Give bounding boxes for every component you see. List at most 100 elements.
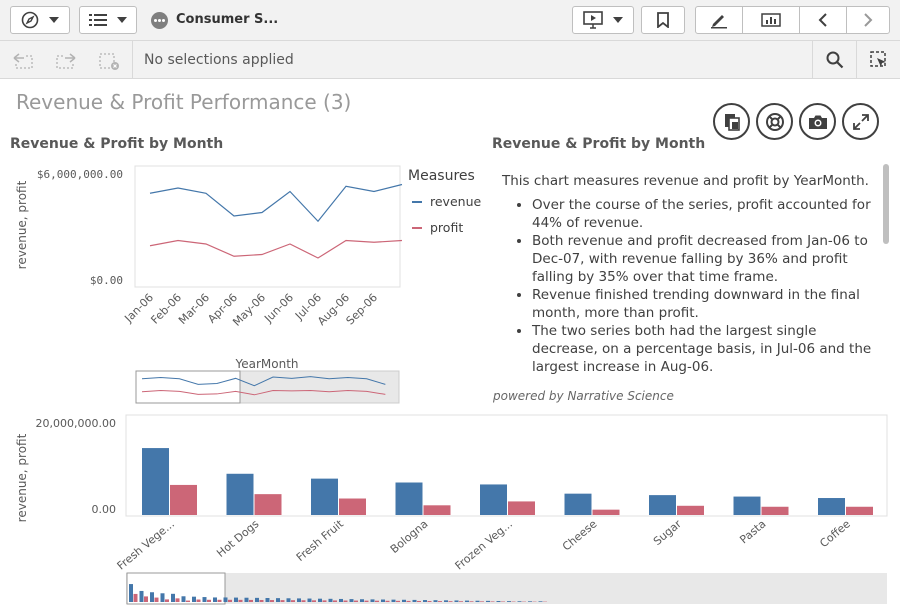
bar-revenue[interactable]	[818, 498, 845, 515]
bookmark-icon	[657, 12, 669, 28]
bar-revenue[interactable]	[733, 496, 761, 515]
narrative-scrollbar[interactable]	[883, 164, 889, 244]
narrative-bullet: Both revenue and profit decreased from J…	[532, 232, 877, 286]
bar-profit[interactable]	[170, 484, 197, 515]
sheet-title: Revenue & Profit Performance (3)	[16, 90, 352, 114]
compass-icon	[21, 11, 39, 29]
powered-by-text: powered by Narrative Science	[493, 389, 674, 403]
narrative-text: This chart measures revenue and profit b…	[502, 172, 877, 376]
x-tick-label: Hot Dogs	[214, 517, 261, 560]
navigation-menu-button[interactable]	[10, 6, 70, 34]
bar-profit[interactable]	[508, 501, 535, 515]
clear-selections-icon[interactable]	[98, 52, 120, 70]
data-manager-button[interactable]	[742, 6, 800, 34]
search-icon	[826, 51, 844, 69]
app-title[interactable]: Consumer S...	[176, 12, 278, 27]
line-chart-y-axis-label: revenue, profit	[15, 180, 29, 269]
expand-button[interactable]	[842, 103, 879, 140]
copy-button[interactable]	[713, 103, 750, 140]
line-chart-x-axis-label: YearMonth	[234, 357, 298, 371]
line-chart-title: Revenue & Profit by Month	[10, 136, 224, 152]
y-tick-label-bottom: $0.00	[90, 274, 123, 287]
line-series-revenue[interactable]	[149, 183, 403, 223]
bar-chart-minimap[interactable]	[126, 572, 887, 605]
next-sheet-button[interactable]	[846, 6, 890, 34]
x-tick-label: Fresh Vege...	[115, 517, 177, 572]
x-tick-label: Pasta	[737, 517, 768, 546]
line-chart-minimap[interactable]	[135, 370, 400, 404]
chevron-down-icon	[49, 17, 59, 23]
step-forward-icon[interactable]	[55, 52, 77, 70]
expand-icon	[852, 113, 869, 130]
bar-profit[interactable]	[677, 505, 704, 515]
x-tick-label: Mar-06	[176, 291, 212, 327]
x-tick-label: Fresh Fruit	[294, 517, 347, 564]
legend-label-profit: profit	[430, 220, 463, 235]
chevron-right-icon	[864, 13, 873, 27]
previous-sheet-button[interactable]	[799, 6, 847, 34]
legend-item-revenue[interactable]: revenue	[412, 194, 481, 209]
y-tick-label-top: 20,000,000.00	[36, 417, 116, 430]
list-icon	[89, 14, 107, 26]
narrative-intro: This chart measures revenue and profit b…	[502, 173, 869, 189]
legend-label-revenue: revenue	[430, 194, 481, 209]
narrative-bullet: Over the course of the series, profit ac…	[532, 196, 877, 232]
bar-profit[interactable]	[592, 509, 620, 515]
snapshot-button[interactable]	[799, 103, 836, 140]
x-tick-label: Cheese	[560, 517, 600, 553]
bar-profit[interactable]	[339, 498, 366, 515]
chevron-down-icon	[613, 17, 623, 23]
line-plot-area	[134, 165, 401, 288]
narrative-bullets: Over the course of the series, profit ac…	[502, 196, 877, 376]
bar-profit[interactable]	[423, 505, 451, 515]
x-tick-label: Coffee	[817, 517, 853, 550]
top-toolbar: Consumer S...	[0, 0, 900, 41]
present-button[interactable]	[572, 6, 634, 34]
lifebuoy-icon	[765, 112, 784, 131]
legend-item-profit[interactable]: profit	[412, 220, 463, 235]
help-button[interactable]	[756, 103, 793, 140]
chevron-down-icon	[117, 17, 127, 23]
selection-tools	[0, 41, 133, 79]
x-tick-label: Frozen Veg...	[453, 517, 515, 572]
selection-tool-icon	[870, 51, 886, 67]
bar-profit[interactable]	[761, 506, 789, 515]
legend-title: Measures	[408, 168, 475, 184]
bar-revenue[interactable]	[142, 448, 169, 515]
narrative-bullet: The two series both had the largest sing…	[532, 322, 877, 376]
selections-status: No selections applied	[144, 52, 294, 68]
bar-revenue[interactable]	[480, 484, 507, 515]
bookmarks-button[interactable]	[641, 6, 685, 34]
bar-revenue[interactable]	[311, 478, 338, 515]
search-button[interactable]	[812, 41, 856, 79]
x-tick-label: Bologna	[388, 517, 431, 556]
bar-revenue[interactable]	[649, 495, 676, 515]
narrative-bullet: Revenue finished trending downward in th…	[532, 286, 877, 322]
bar-revenue[interactable]	[564, 493, 592, 515]
y-tick-label-top: $6,000,000.00	[37, 168, 123, 181]
bar-revenue[interactable]	[395, 482, 423, 515]
bar-chart[interactable]: revenue, profit 20,000,000.00 0.00 Fresh…	[0, 410, 900, 615]
step-back-icon[interactable]	[12, 52, 34, 70]
data-manager-icon	[761, 13, 781, 27]
narrative-title: Revenue & Profit by Month	[492, 136, 706, 152]
smart-search-button[interactable]	[856, 41, 900, 79]
edit-button[interactable]	[695, 6, 743, 34]
camera-icon	[808, 115, 827, 129]
y-tick-label-bottom: 0.00	[92, 503, 117, 516]
x-tick-label: Jun-06	[261, 291, 296, 326]
present-icon	[583, 11, 603, 29]
global-menu-button[interactable]	[79, 6, 137, 34]
line-chart[interactable]: revenue, profit $6,000,000.00 $0.00 Jan-…	[0, 155, 490, 410]
edit-icon	[711, 15, 727, 29]
copy-icon	[724, 113, 740, 131]
x-tick-label: Sugar	[651, 517, 684, 548]
bar-revenue[interactable]	[226, 473, 254, 515]
x-tick-label: Sep-06	[344, 291, 381, 328]
chevron-left-icon	[818, 13, 827, 27]
bar-profit[interactable]	[254, 494, 282, 515]
app-icon	[151, 12, 168, 29]
bar-chart-y-axis-label: revenue, profit	[15, 433, 29, 522]
bar-profit[interactable]	[846, 506, 873, 515]
line-series-profit[interactable]	[149, 239, 403, 259]
